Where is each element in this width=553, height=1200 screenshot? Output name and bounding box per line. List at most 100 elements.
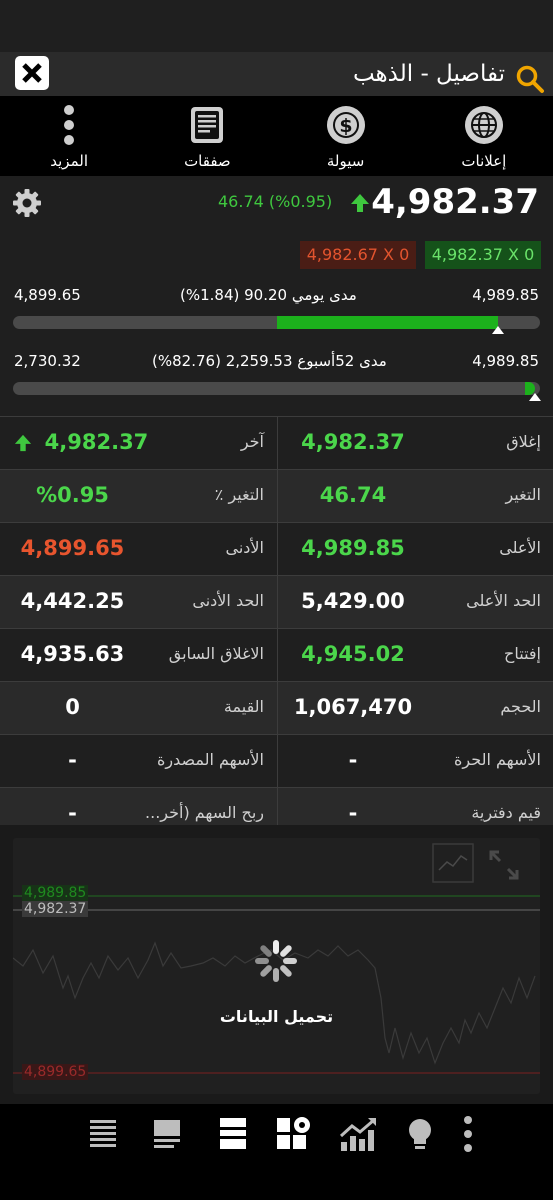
stat-cell: الحد الأدنى 4,442.25 [0,576,276,629]
stat-cell: إغلاق 4,982.37 [277,417,553,470]
stat-value: 4,989.85 [301,536,405,560]
week52-range-high: 4,989.85 [472,352,539,370]
trades-button[interactable]: صفقات [138,96,276,176]
chart-last-label: 4,982.37 [22,901,89,917]
mini-chart[interactable]: 4,989.85 4,982.37 4,899.65 [13,838,540,1094]
stat-label: الحجم [500,697,541,716]
stat-label: التغير [505,485,541,504]
announcements-button[interactable]: إعلانات [415,96,553,176]
status-bar [0,0,553,52]
daily-range-bar [13,316,540,329]
daily-range-label: مدى يومي 90.20 (1.84%) [180,286,357,304]
stat-label: الحد الأعلى [466,591,541,610]
week52-range-label: مدى 52أسبوع 2,259.53 (82.76%) [152,352,387,370]
gear-icon[interactable] [12,188,42,218]
liquidity-label: سيولة [326,152,365,170]
stat-label: الأدنى [225,538,264,557]
globe-icon [464,106,503,144]
chart-up-icon[interactable] [338,1114,378,1154]
stats-row: الأسهم الحرة - الأسهم المصدرة - [0,734,553,788]
stat-cell: الحد الأعلى 5,429.00 [277,576,553,629]
stat-value: 4,442.25 [20,589,125,613]
svg-text:$: $ [339,115,352,137]
close-icon [22,63,42,83]
stat-cell: آخر 4,982.37 [0,417,276,470]
stats-row: إغلاق 4,982.37 آخر 4,982.37 [0,416,553,470]
week52-range-marker [528,393,541,401]
close-button[interactable] [15,56,49,90]
stat-value: 5,429.00 [301,589,405,613]
stat-cell: الأدنى 4,899.65 [0,523,276,576]
stat-label: قيم دفترية [471,803,541,822]
bid-quote: 4,982.37 X 0 [425,241,541,269]
stat-cell: الأعلى 4,989.85 [277,523,553,576]
loading-spinner-icon [255,940,297,982]
stat-value: 1,067,470 [293,695,413,719]
chart-low-label: 4,899.65 [22,1064,89,1080]
stat-cell: الأسهم الحرة - [277,735,553,788]
stat-value: - [68,748,77,772]
document-icon [191,107,224,143]
stat-cell: إفتتاح 4,945.02 [277,629,553,682]
settings-grid-icon[interactable] [274,1114,314,1154]
toolbar: إعلانات $ سيولة صفقات المزيد [0,96,553,176]
more-label: المزيد [50,152,88,170]
stat-label: التغير ٪ [214,485,264,504]
stat-label: إغلاق [506,432,541,451]
more-vertical-icon [64,105,75,145]
stat-value: %0.95 [36,483,109,507]
last-price: 4,982.37 [371,182,539,222]
daily-range-low: 4,899.65 [14,286,81,304]
daily-range-marker [491,326,504,334]
stat-value: - [348,748,358,772]
liquidity-button[interactable]: $ سيولة [277,96,415,176]
price-change: 46.74 (%0.95) [218,192,333,211]
stat-cell: القيمة 0 [0,682,276,735]
stat-value: 4,945.02 [301,642,405,666]
stats-row: التغير 46.74 التغير ٪ %0.95 [0,469,553,523]
stat-cell: الحجم 1,067,470 [277,682,553,735]
daily-range-high: 4,989.85 [472,286,539,304]
list-icon[interactable] [84,1114,124,1154]
stat-cell: التغير ٪ %0.95 [0,470,276,523]
stat-value: 0 [65,695,80,719]
stats-row: الأعلى 4,989.85 الأدنى 4,899.65 [0,522,553,576]
stat-label: إفتتاح [504,644,541,663]
arrow-up-icon [14,434,32,452]
stat-label: الاغلاق السابق [168,644,264,663]
bottom-nav [0,1104,553,1200]
week52-range-bar [13,382,540,395]
stat-value: - [348,801,358,825]
stat-value: 4,899.65 [20,536,125,560]
list-detail-icon[interactable] [148,1114,188,1154]
stat-label: القيمة [223,697,264,716]
stat-label: الأسهم الحرة [454,750,541,769]
stat-cell: الاغلاق السابق 4,935.63 [0,629,276,682]
stats-row: قيم دفترية - ربح السهم (أخر... - [0,787,553,825]
stat-value: 4,982.37 [301,430,405,454]
stat-value: 4,935.63 [20,642,125,666]
stat-label: الأسهم المصدرة [156,750,264,769]
ask-quote: 4,982.67 X 0 [300,241,416,269]
more-vertical-icon[interactable] [448,1114,488,1154]
expand-icon[interactable] [487,848,521,882]
more-button[interactable]: المزيد [0,96,138,176]
stat-cell: الأسهم المصدرة - [0,735,276,788]
stats-grid: إغلاق 4,982.37 آخر 4,982.37 التغير 46.74 التغي… [0,416,553,825]
chart-area: 4,989.85 4,982.37 4,899.65 [0,825,553,1104]
announcements-label: إعلانات [461,152,507,170]
stat-label: الحد الأدنى [192,591,264,610]
search-icon[interactable] [515,64,545,94]
stat-label: ربح السهم (أخر... [145,803,264,822]
stat-value: 4,982.37 [44,430,149,454]
stats-row: الحد الأعلى 5,429.00 الحد الأدنى 4,442.25 [0,575,553,629]
arrow-up-icon [351,194,369,212]
loading-text: تحميل البيانات [219,1007,334,1026]
daily-range-fill [276,316,498,329]
stat-cell: ربح السهم (أخر... - [0,788,276,825]
stat-value: 46.74 [319,483,387,507]
list-selected-icon[interactable] [214,1114,254,1154]
lightbulb-icon[interactable] [400,1114,440,1154]
stat-label: آخر [240,432,264,451]
stat-label: الأعلى [499,538,541,557]
